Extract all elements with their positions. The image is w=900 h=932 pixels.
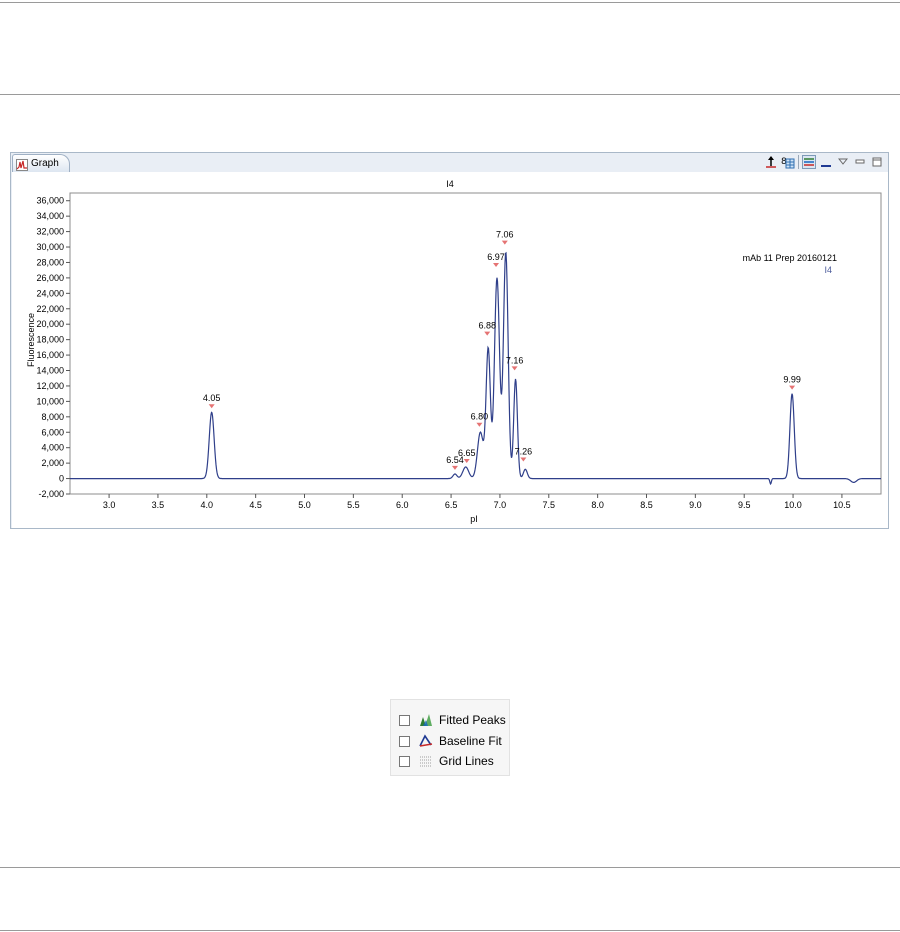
x-tick-label: 4.0 [201, 500, 214, 510]
peak-marker [493, 262, 500, 267]
display-options-panel: Fitted Peaks Baseline Fit Grid Lines [390, 699, 510, 776]
y-tick-label: 22,000 [36, 304, 64, 314]
peak-marker [208, 404, 215, 409]
y-tick-label: 8,000 [41, 412, 64, 422]
series-line-i4 [70, 251, 881, 486]
peak-label: 6.97 [487, 252, 505, 262]
peak-label: 7.26 [515, 446, 533, 456]
y-tick-label: 34,000 [36, 211, 64, 221]
legend-entry: I4 [824, 265, 832, 275]
y-tick-label: 12,000 [36, 381, 64, 391]
peak-marker [520, 457, 527, 462]
y-tick-label: 24,000 [36, 288, 64, 298]
peak-marker [501, 240, 508, 245]
header-divider [0, 94, 900, 95]
y-tick-label: 18,000 [36, 335, 64, 345]
peak-marker [511, 366, 518, 371]
y-tick-label: 20,000 [36, 319, 64, 329]
peak-label: 7.16 [506, 355, 524, 365]
y-tick-label: 28,000 [36, 257, 64, 267]
x-tick-label: 8.5 [640, 500, 653, 510]
y-tick-label: 4,000 [41, 443, 64, 453]
peak-label: 7.06 [496, 230, 514, 240]
grid-lines-icon [419, 754, 433, 768]
x-tick-label: 6.0 [396, 500, 409, 510]
y-tick-label: 0 [59, 474, 64, 484]
option-grid-lines[interactable]: Grid Lines [399, 752, 494, 770]
y-tick-label: 32,000 [36, 227, 64, 237]
footer-divider [0, 867, 900, 868]
baseline-fit-label: Baseline Fit [439, 734, 502, 748]
graph-tab-icon [16, 158, 28, 171]
view-menu-icon[interactable] [836, 155, 850, 169]
y-tick-label: 26,000 [36, 273, 64, 283]
x-tick-label: 10.0 [784, 500, 802, 510]
x-tick-label: 9.5 [738, 500, 751, 510]
x-tick-label: 9.0 [689, 500, 702, 510]
graph-toolbar: 8 [764, 154, 884, 170]
legend-icon[interactable] [802, 155, 816, 169]
x-axis-label: pI [470, 514, 478, 524]
x-tick-label: 7.5 [543, 500, 556, 510]
peak-label: 4.05 [203, 393, 221, 403]
y-tick-label: 14,000 [36, 366, 64, 376]
x-tick-label: 5.0 [298, 500, 311, 510]
x-tick-label: 8.0 [591, 500, 604, 510]
y-tick-label: 2,000 [41, 458, 64, 468]
y-tick-label: 16,000 [36, 350, 64, 360]
option-fitted-peaks[interactable]: Fitted Peaks [399, 711, 506, 729]
minimize-icon[interactable] [853, 155, 867, 169]
fitted-peaks-checkbox[interactable] [399, 714, 410, 726]
y-axis-label: Fluorescence [26, 313, 36, 367]
grid-lines-checkbox[interactable] [399, 755, 410, 767]
collapse-icon[interactable] [819, 155, 833, 169]
grid-lines-label: Grid Lines [439, 754, 494, 768]
x-tick-label: 7.0 [494, 500, 507, 510]
option-baseline-fit[interactable]: Baseline Fit [399, 732, 502, 750]
legend-title: mAb 11 Prep 20160121 [743, 253, 837, 263]
peak-marker [476, 422, 483, 427]
bottom-divider [0, 930, 900, 931]
x-tick-label: 4.5 [249, 500, 262, 510]
chart-area: 3.0 3.5 4.0 4.5 5.0 5.5 6.0 6.5 7.0 7.5 8.0 8.5 9.0 9… [12, 172, 888, 528]
graph-tab-label: Graph [31, 158, 59, 169]
y-tick-label: 6,000 [41, 427, 64, 437]
y-tick-label: 36,000 [36, 196, 64, 206]
top-divider [0, 2, 900, 3]
fitted-peaks-icon [419, 713, 433, 727]
x-tick-label: 6.5 [445, 500, 458, 510]
toolbar-separator [798, 155, 799, 169]
chart-title: I4 [446, 179, 454, 189]
peak-label: 6.65 [458, 448, 476, 458]
y-tick-label: 10,000 [36, 396, 64, 406]
x-tick-label: 3.0 [103, 500, 116, 510]
peak-label: 6.88 [478, 321, 496, 331]
peak-marker [789, 385, 796, 390]
chromatogram-chart: 3.0 3.5 4.0 4.5 5.0 5.5 6.0 6.5 7.0 7.5 8.0 8.5 9.0 9… [26, 179, 882, 524]
maximize-icon[interactable] [870, 155, 884, 169]
peak-label: 6.80 [471, 412, 489, 422]
baseline-fit-icon [419, 734, 433, 748]
baseline-fit-checkbox[interactable] [399, 735, 410, 747]
pin-icon[interactable] [764, 155, 778, 169]
peak-marker [463, 458, 470, 463]
x-tick-label: 5.5 [347, 500, 360, 510]
x-tick-label: 3.5 [152, 500, 165, 510]
plot-frame [69, 192, 882, 495]
fitted-peaks-label: Fitted Peaks [439, 713, 506, 727]
peak-marker [451, 465, 458, 470]
y-tick-label: 30,000 [36, 242, 64, 252]
peak-marker [484, 331, 491, 336]
x-tick-label: 10.5 [833, 500, 851, 510]
graph-tab[interactable]: Graph [12, 154, 70, 172]
table-icon[interactable]: 8 [781, 155, 795, 169]
y-tick-label: -2,000 [38, 489, 64, 499]
peak-label: 9.99 [783, 375, 801, 385]
